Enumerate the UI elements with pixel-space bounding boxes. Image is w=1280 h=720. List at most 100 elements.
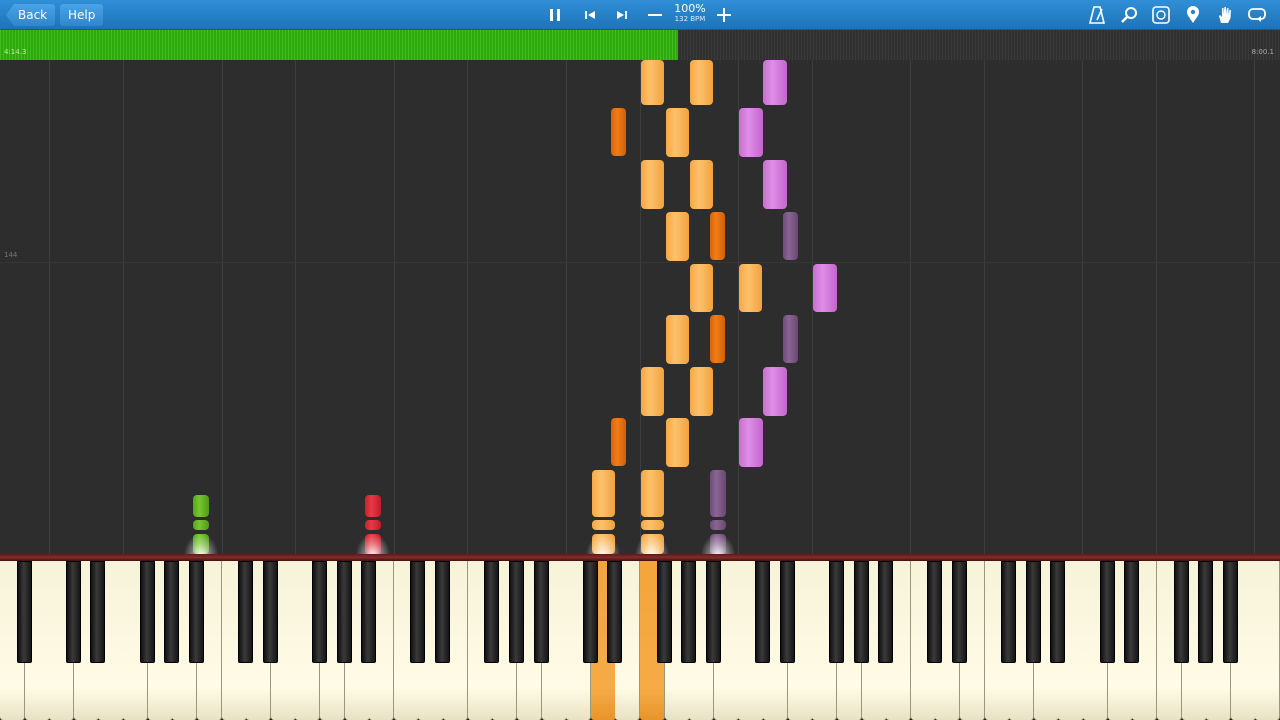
tempo-label: 132 BPM [674,15,706,23]
black-key[interactable] [164,561,180,663]
black-key[interactable] [139,561,155,663]
black-key[interactable] [1025,561,1041,663]
back-button[interactable]: Back [6,4,56,26]
skip-back-icon[interactable] [580,5,600,25]
key-hit-spark [184,534,218,556]
measure-number: 144 [4,251,18,259]
key-hit-spark [701,534,735,556]
note-block [710,315,725,363]
black-key[interactable] [508,561,524,663]
note-block [739,108,763,157]
grid-line [1082,60,1083,557]
black-key[interactable] [656,561,672,663]
label-icon[interactable] [1151,5,1171,25]
black-key[interactable] [484,561,500,663]
note-block [641,60,664,105]
black-key[interactable] [16,561,32,663]
help-button[interactable]: Help [60,4,104,26]
black-key[interactable] [755,561,771,663]
note-block [690,60,713,105]
current-time: 4:14.3 [4,48,27,56]
loop-icon[interactable] [1247,5,1267,25]
song-progress-bar[interactable]: 4:14.3 8:00.1 [0,30,1280,60]
note-block [763,367,787,416]
map-pin-icon[interactable] [1183,5,1203,25]
speed-percent: 100% [674,2,706,15]
black-key[interactable] [90,561,106,663]
black-key[interactable] [1124,561,1140,663]
note-block [690,367,713,416]
note-block [666,212,689,261]
black-key[interactable] [681,561,697,663]
black-key[interactable] [1050,561,1066,663]
measure-line [0,262,1280,263]
black-key[interactable] [927,561,943,663]
black-key[interactable] [1198,561,1214,663]
black-key[interactable] [1173,561,1189,663]
black-key[interactable] [1222,561,1238,663]
note-block [641,160,664,209]
white-key[interactable] [1255,561,1280,720]
grid-line [467,60,468,557]
black-key[interactable] [262,561,278,663]
grid-line [123,60,124,557]
black-key[interactable] [238,561,254,663]
note-block [592,470,615,517]
note-block [666,108,689,157]
note-block [739,264,762,312]
progress-fill [0,30,679,60]
pause-icon[interactable] [545,5,565,25]
piano-keyboard [0,561,1280,720]
black-key[interactable] [312,561,327,663]
black-key[interactable] [582,561,598,663]
note-block [641,367,664,416]
black-key[interactable] [188,561,204,663]
plus-icon[interactable] [714,5,734,25]
grid-line [222,60,223,557]
black-key[interactable] [878,561,894,663]
speed-display: 100% 132 BPM [668,2,712,24]
grid-line [1254,60,1255,557]
black-key[interactable] [435,561,451,663]
note-block [365,495,381,517]
note-block [690,264,713,312]
falling-notes-area: 144 [0,60,1280,557]
note-block [710,212,725,260]
note-block [641,520,664,530]
note-block [193,495,209,517]
note-block [666,315,689,364]
note-block [710,520,726,530]
black-key[interactable] [828,561,844,663]
note-block [783,212,798,260]
black-key[interactable] [853,561,869,663]
key-hit-spark [586,534,620,556]
search-icon[interactable] [1119,5,1139,25]
note-block [666,418,689,467]
metronome-icon[interactable] [1087,5,1107,25]
synthesia-player: Back Help 100% 132 BPM 4:14.3 8:00.1 144 [0,0,1280,720]
black-key[interactable] [410,561,426,663]
hand-icon[interactable] [1215,5,1235,25]
black-key[interactable] [533,561,549,663]
minus-icon[interactable] [645,5,665,25]
note-block [193,520,209,530]
black-key[interactable] [1001,561,1017,663]
black-key[interactable] [65,561,81,663]
toolbar: Back Help 100% 132 BPM [0,0,1280,30]
keyboard-felt-strip [0,554,1280,561]
note-block [592,520,615,530]
black-key[interactable] [1099,561,1115,663]
note-block [763,160,787,209]
note-block [611,108,626,156]
note-block [641,470,664,517]
black-key[interactable] [779,561,795,663]
black-key[interactable] [361,561,377,663]
black-key[interactable] [336,561,352,663]
skip-forward-icon[interactable] [612,5,632,25]
key-hit-spark [356,534,390,556]
black-key[interactable] [952,561,967,663]
black-key[interactable] [705,561,721,663]
note-block [690,160,713,209]
total-time: 8:00.1 [1251,48,1274,56]
black-key[interactable] [607,561,623,663]
